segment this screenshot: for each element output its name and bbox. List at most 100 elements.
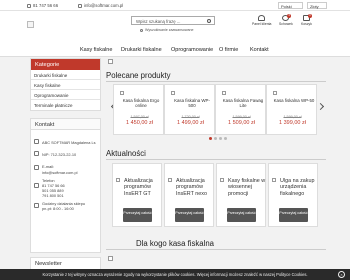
mail-icon [34, 165, 39, 170]
for-whom-title: Dla kogo kasa fiskalna [136, 239, 215, 248]
phone-icon [34, 183, 39, 188]
product-name[interactable]: Kasa fiskalna WP-500 [171, 98, 213, 108]
wishlist-label: Schowek [279, 22, 293, 26]
news-image[interactable] [272, 178, 276, 182]
nav-item-kasy-fiskalne[interactable]: Kasy fiskalne [80, 47, 112, 53]
language-select[interactable]: Polski [278, 2, 303, 9]
nav-item-drukarki-fiskalne[interactable]: Drukarki fiskalne [121, 47, 162, 53]
product-image[interactable] [273, 91, 277, 95]
category-drukarki-fiskalne[interactable]: Drukarki fiskalne [31, 70, 100, 80]
contact-phone-3[interactable]: 791 800 501 [42, 193, 64, 198]
cookie-text: Korzystanie z tej witryny oznacza wyraże… [42, 272, 308, 277]
category-oprogramowanie[interactable]: Oprogramowanie [31, 90, 100, 100]
clock-icon [34, 203, 39, 208]
top-email-text: info@softmar.com.pl [84, 3, 124, 8]
chevron-right-icon[interactable] [316, 102, 325, 111]
main-nav: Kasy fiskalne Drukarki fiskalne Oprogram… [0, 44, 350, 57]
product-image[interactable] [222, 91, 226, 95]
wishlist-button[interactable]: 0 Schowek [279, 14, 293, 26]
product-image[interactable] [171, 91, 175, 95]
read-more-button[interactable]: Przeczytaj całość [227, 208, 256, 222]
advanced-search-label: Wyszukiwanie zaawansowane [145, 28, 194, 32]
client-panel-label: Panel klienta [252, 22, 272, 26]
for-whom-image[interactable] [108, 256, 113, 261]
news-card-title[interactable]: Aktualizacja programów InsERT nexo [176, 178, 214, 197]
news-card[interactable]: Aktualizacja programów InsERT nexo Przec… [164, 163, 214, 227]
currency-select[interactable]: Złoty [307, 2, 327, 9]
carousel-dot[interactable] [214, 137, 217, 140]
carousel-dot[interactable] [224, 137, 227, 140]
recommended-title: Polecane produkty [106, 71, 171, 80]
client-panel-button[interactable]: Panel klienta [252, 15, 271, 26]
category-terminale-platnicze[interactable]: Terminale płatnicze [31, 100, 100, 110]
top-phone[interactable]: 81 747 56 66 [27, 3, 58, 8]
contact-box: Kontakt ABC SOFTMAR Magdalena Ls NIP: 71… [30, 118, 101, 253]
read-more-button[interactable]: Przeczytaj całość [123, 208, 152, 222]
header: Wpisz szukaną frazę ... Wyszukiwanie zaa… [0, 11, 350, 44]
categories-box: Kategorie Drukarki fiskalne Kasy fiskaln… [30, 58, 101, 111]
top-email[interactable]: info@softmar.com.pl [78, 3, 123, 8]
product-price: 1 509,00 zł [228, 120, 255, 126]
user-icon [258, 15, 266, 21]
product-card[interactable]: Kasa fiskalna Fawag Lite 1 599,00 zł 1 5… [215, 84, 266, 135]
contact-hours: pn-pt: 8:00 - 16:00 [42, 206, 74, 211]
product-name[interactable]: Kasa fiskalna Ergo online [120, 98, 162, 108]
news-image[interactable] [116, 178, 120, 182]
news-card[interactable]: Kasy fiskalne w wiosennej promocji Przec… [216, 163, 266, 227]
cart-button[interactable]: 0 Koszyk [301, 14, 312, 26]
read-more-button[interactable]: Przeczytaj całość [279, 208, 308, 222]
news-image[interactable] [220, 178, 224, 182]
id-icon [34, 151, 39, 156]
read-more-button[interactable]: Przeczytaj całość [175, 208, 204, 222]
category-kasy-fiskalne[interactable]: Kasy fiskalne [31, 80, 100, 90]
product-old-price: 1 599,00 zł [283, 115, 302, 119]
product-name[interactable]: Kasa fiskalna WP-50 [273, 98, 315, 103]
nav-item-o-firmie[interactable]: O firmie [219, 47, 238, 53]
wishlist-count-badge: 0 [287, 14, 292, 18]
product-price: 1 399,00 zł [279, 120, 306, 126]
product-name[interactable]: Kasa fiskalna Fawag Lite [222, 98, 264, 108]
news-card[interactable]: Ulga na zakup urządzenia fiskalnego Prze… [268, 163, 318, 227]
product-image[interactable] [120, 91, 124, 95]
advanced-search-radio-icon [140, 28, 143, 32]
product-card[interactable]: Kasa fiskalna WP-500 1 720,00 zł 1 499,0… [164, 84, 215, 135]
news-title: Aktualności [106, 149, 146, 158]
news-image[interactable] [168, 178, 172, 182]
product-card[interactable]: Kasa fiskalna Ergo online 1 597,00 zł 1 … [113, 84, 164, 135]
nav-item-kontakt[interactable]: Kontakt [250, 47, 269, 53]
contact-nip: NIP: 712-323-22-10 [42, 152, 77, 157]
cookie-bar: Korzystanie z tej witryny oznacza wyraże… [0, 269, 350, 280]
contact-title: Kontakt [31, 119, 100, 130]
news-card-title[interactable]: Aktualizacja programów InsERT GT [124, 178, 162, 197]
banner-image[interactable] [108, 59, 113, 64]
newsletter-title: Newsletter [35, 261, 62, 267]
carousel-dot-active[interactable] [209, 137, 212, 140]
advanced-search-link[interactable]: Wyszukiwanie zaawansowane [140, 28, 194, 32]
shop-logo[interactable] [27, 21, 34, 28]
search-placeholder: Wpisz szukaną frazę ... [136, 19, 181, 24]
contact-company: ABC SOFTMAR Magdalena Ls [42, 140, 96, 145]
carousel-dot[interactable] [219, 137, 222, 140]
news-card-title[interactable]: Kasy fiskalne w wiosennej promocji [228, 178, 266, 197]
contact-email[interactable]: info@softmar.com.pl [42, 170, 78, 175]
mail-icon [78, 3, 82, 8]
carousel-dots [209, 137, 227, 140]
product-old-price: 1 720,00 zł [181, 115, 200, 119]
heart-icon: 0 [282, 14, 292, 21]
recommended-divider [106, 81, 326, 82]
product-old-price: 1 597,00 zł [130, 115, 149, 119]
nav-item-oprogramowanie[interactable]: Oprogramowanie [171, 47, 213, 53]
news-card-title[interactable]: Ulga na zakup urządzenia fiskalnego [280, 178, 318, 197]
cart-count-badge: 0 [307, 14, 312, 18]
search-icon[interactable] [207, 19, 211, 23]
building-icon [34, 139, 39, 144]
top-bar: 81 747 56 66 info@softmar.com.pl Polski … [0, 0, 350, 11]
news-card[interactable]: Aktualizacja programów InsERT GT Przeczy… [112, 163, 162, 227]
news-divider [106, 159, 326, 160]
search-input[interactable]: Wpisz szukaną frazę ... [131, 16, 215, 25]
product-card[interactable]: Kasa fiskalna WP-50 1 599,00 zł 1 399,00… [266, 84, 317, 135]
cart-label: Koszyk [301, 22, 312, 26]
close-icon[interactable]: × [338, 271, 345, 278]
for-whom-divider [106, 249, 326, 250]
product-price: 1 450,00 zł [126, 120, 153, 126]
